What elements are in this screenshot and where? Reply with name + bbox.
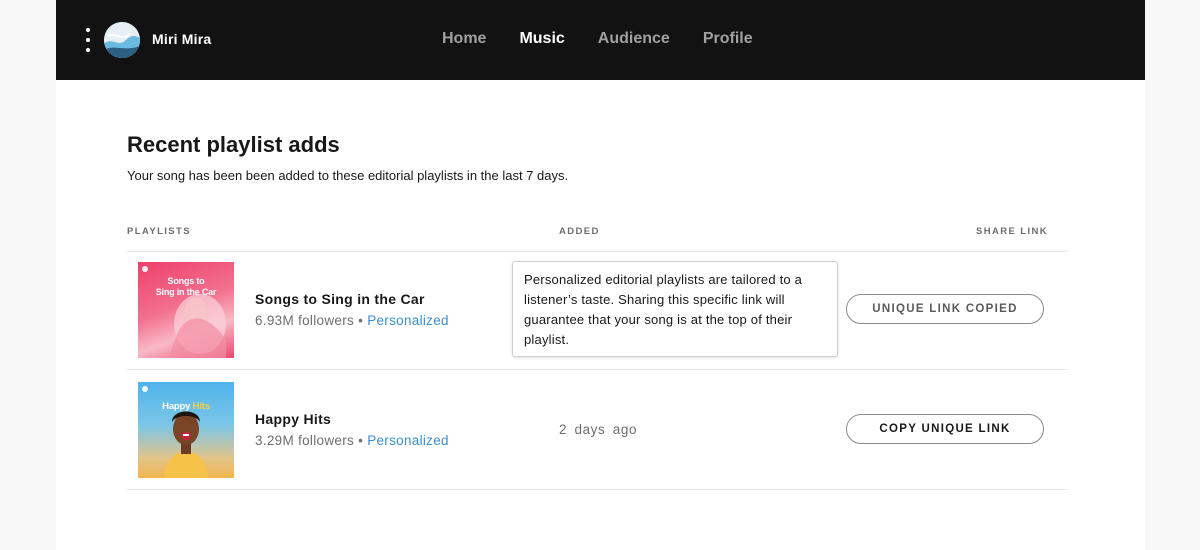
artist-name[interactable]: Miri Mira	[152, 31, 211, 47]
unique-link-copied-button[interactable]: UNIQUE LINK COPIED	[846, 294, 1044, 324]
playlist-cover-happy-hits[interactable]: Happy Hits	[138, 382, 234, 478]
copy-unique-link-button[interactable]: COPY UNIQUE LINK	[846, 414, 1044, 444]
personalized-tooltip: Personalized editorial playlists are tai…	[512, 261, 838, 357]
spotify-logo-icon	[142, 386, 148, 392]
cover-title: Happy Hits	[138, 401, 234, 412]
playlist-followers: 6.93M followers	[255, 313, 355, 328]
playlist-meta: 6.93M followers • Personalized	[255, 313, 449, 328]
table-divider	[127, 369, 1068, 370]
personalized-link[interactable]: Personalized	[367, 433, 449, 448]
spotify-logo-icon	[142, 266, 148, 272]
main-nav: Home Music Audience Profile	[442, 30, 786, 48]
avatar-image-icon	[104, 22, 140, 58]
column-header-added: ADDED	[559, 226, 600, 237]
cover-text-line: Sing in the Car	[155, 287, 217, 297]
table-divider	[127, 489, 1068, 490]
playlist-followers: 3.29M followers	[255, 433, 355, 448]
meta-separator: •	[354, 433, 368, 448]
column-header-playlists: PLAYLISTS	[127, 226, 191, 237]
meta-separator: •	[354, 313, 368, 328]
kebab-menu-icon[interactable]	[82, 28, 94, 52]
cover-text-hits: Hits	[192, 401, 210, 412]
nav-music[interactable]: Music	[519, 30, 564, 48]
cover-artwork-icon	[142, 386, 208, 478]
top-navigation-bar: Miri Mira Home Music Audience Profile	[56, 0, 1145, 80]
playlist-name[interactable]: Happy Hits	[255, 411, 331, 427]
personalized-link[interactable]: Personalized	[367, 313, 449, 328]
table-row: Happy Hits Happy Hits 3.29M followers • …	[127, 371, 1068, 489]
nav-profile[interactable]: Profile	[703, 30, 753, 48]
page-title: Recent playlist adds	[127, 132, 340, 157]
playlist-meta: 3.29M followers • Personalized	[255, 433, 449, 448]
added-time: 2 days ago	[559, 422, 638, 437]
page: Miri Mira Home Music Audience Profile Re…	[56, 0, 1145, 550]
column-header-share-link: SHARE LINK	[976, 226, 1049, 237]
page-subtitle: Your song has been been added to these e…	[127, 168, 569, 183]
nav-audience[interactable]: Audience	[598, 30, 670, 48]
nav-home[interactable]: Home	[442, 30, 486, 48]
cover-text-happy: Happy	[162, 401, 191, 412]
cover-text-line: Songs to	[167, 276, 205, 286]
playlist-cover-songs-to-sing[interactable]: Songs to Sing in the Car	[138, 262, 234, 358]
playlist-name[interactable]: Songs to Sing in the Car	[255, 291, 425, 307]
avatar[interactable]	[104, 22, 140, 58]
